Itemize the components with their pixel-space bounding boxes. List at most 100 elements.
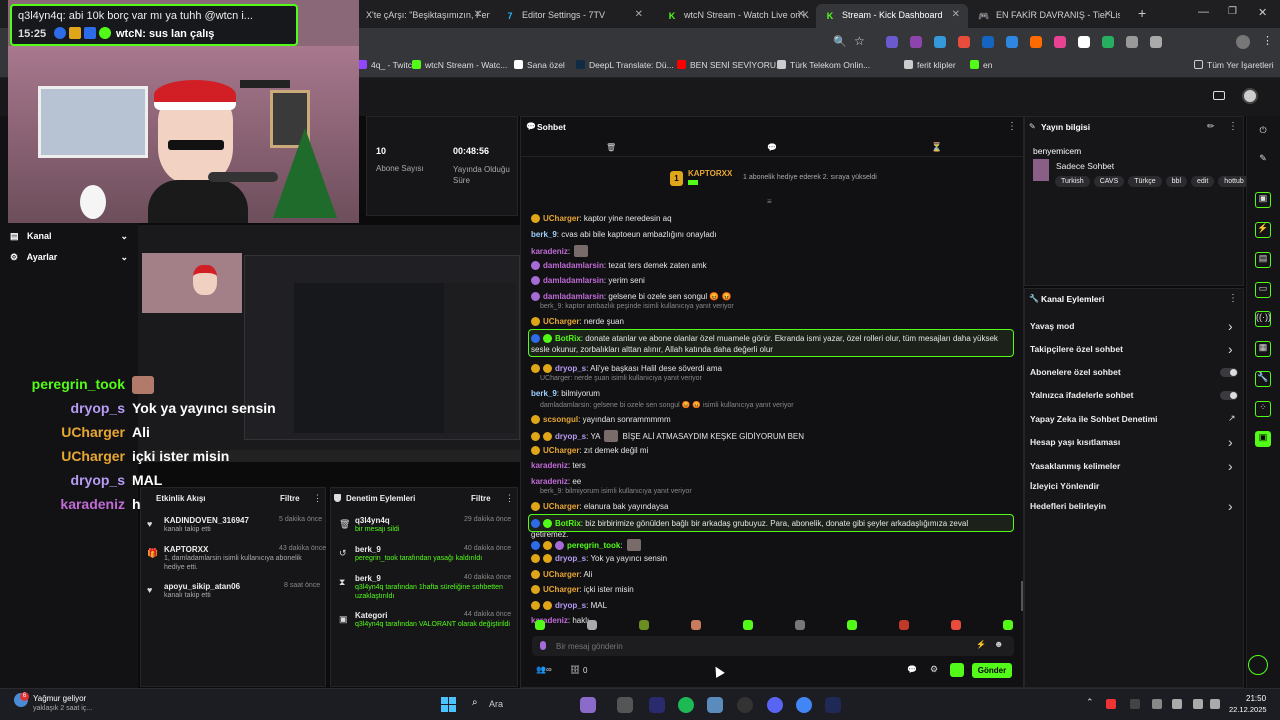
tray-app-icon[interactable] [1106,699,1116,709]
channel-action-label[interactable]: Yalnızca ifadelerle sohbet [1030,390,1133,400]
card-icon[interactable]: ▦ [1255,341,1271,357]
tray-sync-icon[interactable] [1152,699,1162,709]
star-bookmark-icon[interactable]: ☆ [854,34,865,48]
chevron-right-icon[interactable]: › [1228,341,1233,357]
chat-username[interactable]: UCharger [543,502,579,511]
premiere-icon[interactable] [649,697,665,713]
activity-menu-icon[interactable]: ⋮ [313,493,322,504]
chat-message[interactable]: dryop_s: YA BİŞE ALİ ATMASAYDIM KEŞKE Gİ… [531,430,804,442]
moderation-item[interactable]: berk_9 q3l4yn4q tarafından 1hafta süreliğ… [355,574,512,601]
chat-username[interactable]: UCharger [543,570,579,579]
quick-emote[interactable] [795,620,805,630]
chat-username[interactable]: BotRix [555,519,581,528]
chat-username[interactable]: dryop_s [555,601,586,610]
chat-message[interactable]: berk_9: cvas abi bile kaptoeun ambazlığı… [531,230,716,239]
tray-chevron-icon[interactable]: ⌃ [1086,697,1094,708]
bookmark-item[interactable]: Sana özel [514,60,565,70]
chat-input-box[interactable]: ⚡ ☻ [532,636,1014,656]
bookmark-item[interactable]: DeepL Translate: Dü... [576,60,674,70]
chat-username[interactable]: UCharger [543,585,579,594]
chat-username[interactable]: berk_9 [531,230,557,239]
bookmark-item[interactable]: en [970,60,992,70]
moderation-filter-button[interactable]: Filtre [471,494,491,503]
chat-message[interactable]: damladamlarsin: tezat ters demek zaten a… [531,260,707,270]
chevron-right-icon[interactable]: › [1228,318,1233,334]
channel-action-label[interactable]: Yasaklanmış kelimeler [1030,461,1120,471]
minimize-button[interactable]: — [1198,6,1209,18]
bookmark-item[interactable]: wtcN Stream - Watc... [412,60,507,70]
pencil-icon[interactable]: ✎ [1256,153,1270,167]
browser-tab[interactable]: 🎮 EN FAKİR DAVRANIŞ - Tier List ✕ [970,4,1120,28]
channel-action-label[interactable]: İzleyici Yönlendir [1030,481,1099,491]
activity-filter-button[interactable]: Filtre [280,494,300,503]
activity-item[interactable]: KADINDOVEN_316947 kanalı takip etti 5 daki… [164,516,322,534]
extension-icon[interactable] [1054,36,1066,48]
settings-gear-icon[interactable]: ⚙ [930,664,938,675]
quick-emote[interactable] [639,620,649,630]
extension-icon[interactable] [982,36,994,48]
user-avatar[interactable] [1242,88,1258,104]
bolt-icon[interactable]: ⚡ [1255,222,1271,238]
broadcast-icon[interactable]: ((·)) [1255,311,1271,327]
chat-message[interactable]: damladamlarsin: yerim seni [531,276,645,285]
chat-username[interactable]: dryop_s [555,364,586,373]
weather-title[interactable]: Yağmur geliyor [33,694,86,703]
moderation-item[interactable]: berk_9 peregrin_took tarafından yasağı ka… [355,545,512,563]
channel-action-label[interactable]: Hedefleri belirleyin [1030,501,1106,511]
channel-action-label[interactable]: Yapay Zeka ile Sohbet Denetimi [1030,414,1158,424]
quick-emote[interactable] [743,620,753,630]
extension-icon[interactable] [1126,36,1138,48]
new-tab-button[interactable]: + [1138,5,1146,21]
nodes-icon[interactable]: ⁘ [1255,401,1271,417]
chat-username[interactable]: berk_9 [531,389,557,398]
chat-input[interactable] [556,639,936,653]
chevron-right-icon[interactable]: › [1228,434,1233,450]
video-app-icon[interactable] [580,697,596,713]
extension-icon[interactable] [886,36,898,48]
stream-info-menu-icon[interactable]: ⋮ [1228,121,1238,132]
chat-message[interactable]: BotRix: donate atanlar ve abone olanlar … [531,333,1007,355]
emoji-icon[interactable]: ☻ [994,639,1003,649]
browser-tab[interactable]: K Stream - Kick Dashboard ✕ [816,4,968,28]
chat-username[interactable]: karadeniz [531,477,568,486]
camera-icon[interactable]: ▣ [1255,192,1271,208]
chat-message[interactable]: dryop_s: MAL [531,600,607,610]
moderation-item[interactable]: Kategori q3l4yn4q tarafından VALORANT ola… [355,611,512,629]
channel-action-label[interactable]: Abonelere özel sohbet [1030,367,1121,377]
chat-message[interactable]: UCharger: kaptor yine neredesin aq [531,214,672,223]
stream-preview[interactable] [138,225,520,462]
quick-emote[interactable] [691,620,701,630]
chat-message[interactable]: UCharger: zıt demek değil mi [531,445,648,455]
stream-tag[interactable]: edit [1191,176,1215,187]
close-window-button[interactable]: ✕ [1258,6,1267,19]
browser-tab[interactable]: 7 Editor Settings - 7TV ✕ [496,4,651,28]
close-tab-icon[interactable]: ✕ [635,9,643,20]
maximize-button[interactable]: ❐ [1228,6,1237,17]
obs-icon[interactable] [737,697,753,713]
chat-username[interactable]: dryop_s [555,554,586,563]
tray-app-icon[interactable] [1130,699,1140,709]
network-icon[interactable] [1193,699,1203,709]
browser-tab[interactable]: XX'te çArşı: "Beşiktaşımızın, Fene✕ [340,4,490,28]
windows-start-icon[interactable] [441,697,456,712]
volume-icon[interactable] [1210,699,1220,709]
activity-item[interactable]: apoyu_sikip_atan06 kanalı takip etti 8 saa… [164,582,320,600]
bookmark-item[interactable]: 4q_ - Twitch [358,60,417,70]
chat-message[interactable]: dryop_s: Yok ya yayıncı sensin [531,554,667,563]
settings-icon[interactable] [707,697,723,713]
clock-time[interactable]: 21:50 [1246,694,1266,703]
chat-icon[interactable]: ▭ [1255,282,1271,298]
quick-emote[interactable] [899,620,909,630]
toggle-switch[interactable] [1220,368,1238,377]
moderation-menu-icon[interactable]: ⋮ [505,493,514,504]
external-link-icon[interactable]: ↗ [1228,413,1236,424]
menu-icon[interactable]: ⋮ [1262,34,1273,47]
channel-action-label[interactable]: Takipçilere özel sohbet [1030,344,1123,354]
chat-username[interactable]: damladamlarsin [543,276,604,285]
close-tab-icon[interactable]: ✕ [952,9,960,20]
hourglass-icon[interactable]: ⏳ [931,142,942,153]
bot-icon[interactable] [950,663,964,677]
chrome-icon[interactable] [796,697,812,713]
chat-bubble-icon[interactable]: 💬 [767,143,777,152]
chat-username[interactable]: scsongul [543,415,578,424]
